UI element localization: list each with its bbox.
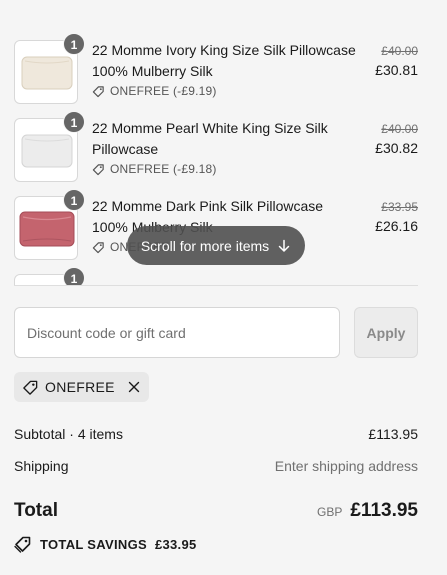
product-title: 22 Momme Ivory King Size Silk Pillowcase… [92, 42, 356, 79]
tag-icon [23, 380, 38, 395]
original-price: £40.00 [381, 44, 418, 58]
discount-code-input[interactable] [14, 307, 340, 358]
scroll-for-more-button[interactable]: Scroll for more items [127, 226, 305, 265]
scroll-hint-label: Scroll for more items [140, 237, 270, 254]
shipping-value: Enter shipping address [274, 458, 418, 474]
shipping-row: Shipping Enter shipping address [14, 458, 418, 474]
remove-discount-button[interactable] [127, 380, 141, 394]
discount-line: ONEFREE (-£9.19) [92, 84, 217, 98]
currency-code: GBP [317, 505, 343, 519]
original-price: £33.95 [381, 200, 418, 214]
line-item: 1 22 Momme Ivory King Size Silk Pillowca… [14, 33, 418, 104]
quantity-badge: 1 [63, 111, 85, 133]
total-row: Total GBP £113.95 [14, 500, 418, 522]
discount-line: ONEFREE (-£9.18) [92, 162, 217, 176]
subtotal-label: Subtotal · 4 items [14, 426, 123, 442]
close-icon [128, 381, 139, 393]
price: £26.16 [375, 218, 418, 234]
tag-icon [92, 85, 104, 97]
original-price: £40.00 [381, 122, 418, 136]
savings-label: TOTAL SAVINGS [40, 536, 147, 552]
savings-tag-icon [14, 536, 31, 553]
quantity-badge: 1 [63, 33, 85, 55]
tag-icon [92, 163, 104, 175]
shipping-label: Shipping [14, 458, 69, 474]
total-label: Total [14, 500, 58, 521]
savings-value: £33.95 [154, 536, 197, 552]
price: £30.82 [375, 140, 418, 156]
total-amount: GBP £113.95 [317, 500, 418, 522]
line-item: 1 22 Momme Pearl White King Size Silk Pi… [14, 111, 418, 182]
product-thumbnail: 1 [14, 33, 85, 104]
total-value: £113.95 [350, 500, 418, 521]
subtotal-value: £113.95 [368, 426, 418, 442]
quantity-badge: 1 [63, 189, 85, 211]
subtotal-row: Subtotal · 4 items £113.95 [14, 426, 418, 442]
total-savings: TOTAL SAVINGS £33.95 [14, 535, 197, 553]
product-thumbnail: 1 [14, 111, 85, 182]
line-items-list[interactable]: 1 22 Momme Ivory King Size Silk Pillowca… [0, 0, 447, 286]
divider [14, 285, 418, 286]
applied-discount-tag: ONEFREE [14, 372, 149, 402]
arrow-down-icon [278, 239, 290, 252]
apply-discount-button[interactable]: Apply [354, 307, 418, 358]
applied-code-label: ONEFREE [45, 379, 115, 395]
quantity-badge: 1 [63, 267, 85, 286]
product-title: 22 Momme Pearl White King Size Silk Pill… [92, 120, 328, 157]
product-thumbnail: 1 [14, 189, 85, 260]
discount-text: ONEFREE (-£9.18) [110, 162, 217, 176]
tag-icon [92, 241, 104, 253]
discount-text: ONEFREE (-£9.19) [110, 84, 217, 98]
price: £30.81 [375, 62, 418, 78]
